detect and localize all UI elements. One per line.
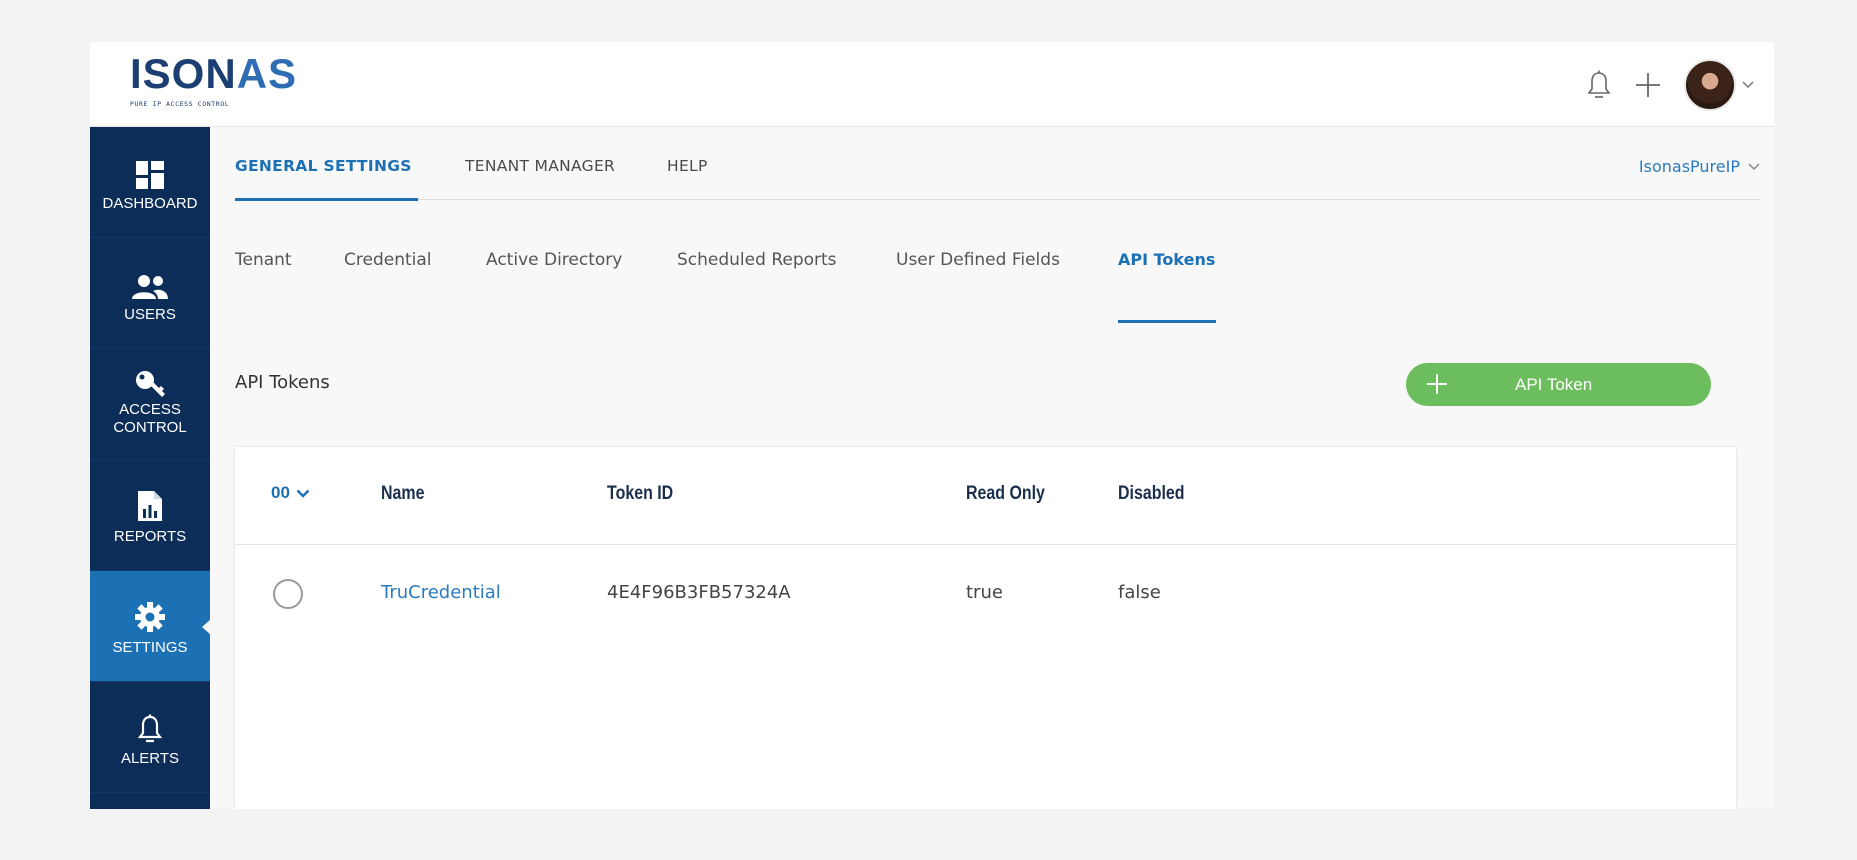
header-actions	[1586, 42, 1754, 127]
subtab-tenant[interactable]: Tenant	[235, 250, 292, 270]
token-name-link[interactable]: TruCredential	[381, 582, 501, 603]
avatar[interactable]	[1684, 58, 1736, 111]
bell-icon[interactable]	[1586, 70, 1612, 100]
tab-tenant-manager[interactable]: TENANT MANAGER	[465, 157, 615, 175]
active-subtab-indicator	[1118, 320, 1216, 323]
tab-help[interactable]: HELP	[667, 157, 708, 175]
subtab-user-defined-fields[interactable]: User Defined Fields	[896, 250, 1060, 270]
dashboard-icon	[90, 155, 210, 189]
gear-icon	[90, 599, 210, 633]
column-header-token-id[interactable]: Token ID	[607, 483, 673, 505]
subtab-credential[interactable]: Credential	[344, 250, 432, 270]
api-tokens-table: 00 Name Token ID Read Only Disabled TruC…	[235, 447, 1736, 809]
logo-tagline: PURE IP ACCESS CONTROL	[130, 100, 230, 108]
sidebar-item-alerts[interactable]: ALERTS	[90, 682, 210, 793]
plus-icon	[1426, 373, 1448, 398]
subtab-api-tokens[interactable]: API Tokens	[1118, 250, 1215, 269]
users-icon	[90, 266, 210, 300]
top-header: ISONAS PURE IP ACCESS CONTROL	[90, 42, 1774, 127]
column-header-name[interactable]: Name	[381, 483, 424, 505]
table-header: 00 Name Token ID Read Only Disabled	[235, 447, 1736, 545]
sidebar-item-label: ACCESS CONTROL	[113, 401, 187, 436]
disabled-cell: false	[1118, 582, 1161, 603]
chevron-down-icon	[296, 489, 310, 498]
settings-tabs: GENERAL SETTINGS TENANT MANAGER HELP Iso…	[235, 127, 1760, 201]
sidebar-item-reports[interactable]: REPORTS	[90, 460, 210, 571]
plus-icon[interactable]	[1634, 71, 1662, 99]
sort-label: 00	[271, 483, 290, 502]
sidebar-item-label: DASHBOARD	[102, 195, 198, 212]
chevron-down-icon	[1742, 80, 1754, 88]
user-menu[interactable]	[1684, 58, 1754, 111]
row-select-radio[interactable]	[273, 579, 303, 609]
sidebar-item-label: USERS	[124, 306, 176, 323]
chevron-down-icon	[1748, 162, 1760, 170]
sidebar-item-access-control[interactable]: ACCESS CONTROL	[90, 349, 210, 460]
tab-general-settings[interactable]: GENERAL SETTINGS	[235, 157, 412, 175]
add-button-label: API Token	[1515, 375, 1593, 394]
add-api-token-button[interactable]: API Token	[1406, 363, 1711, 406]
column-header-disabled[interactable]: Disabled	[1118, 483, 1185, 505]
bell-icon	[90, 710, 210, 744]
app-window: ISONAS PURE IP ACCESS CONTROL DASHBOARD	[90, 42, 1774, 809]
read-only-cell: true	[966, 582, 1003, 603]
active-tab-indicator	[235, 198, 418, 201]
sidebar-item-settings[interactable]: SETTINGS	[90, 571, 211, 682]
sidebar-item-label: REPORTS	[113, 528, 187, 545]
sidebar: DASHBOARD USERS ACCESS CONTROL REPORTS S…	[90, 127, 211, 809]
sidebar-item-dashboard[interactable]: DASHBOARD	[90, 127, 210, 238]
sidebar-item-label: SETTINGS	[112, 639, 188, 656]
report-icon	[90, 488, 210, 522]
tenant-selector[interactable]: IsonasPureIP	[1639, 157, 1760, 176]
subtab-scheduled-reports[interactable]: Scheduled Reports	[677, 250, 837, 270]
select-all-sort-control[interactable]: 00	[271, 483, 310, 503]
logo-wordmark: ISONAS	[130, 50, 298, 97]
sidebar-item-users[interactable]: USERS	[90, 238, 210, 349]
key-icon	[90, 367, 210, 401]
token-id-cell: 4E4F96B3FB57324A	[607, 582, 791, 603]
table-row[interactable]: TruCredential 4E4F96B3FB57324A true fals…	[235, 545, 1736, 645]
tenant-selector-value: IsonasPureIP	[1638, 157, 1740, 176]
sidebar-item-label: ALERTS	[120, 750, 180, 767]
column-header-read-only[interactable]: Read Only	[966, 483, 1045, 505]
subtab-active-directory[interactable]: Active Directory	[486, 250, 622, 270]
section-title: API Tokens	[235, 372, 330, 393]
isonas-logo[interactable]: ISONAS PURE IP ACCESS CONTROL	[130, 50, 310, 110]
